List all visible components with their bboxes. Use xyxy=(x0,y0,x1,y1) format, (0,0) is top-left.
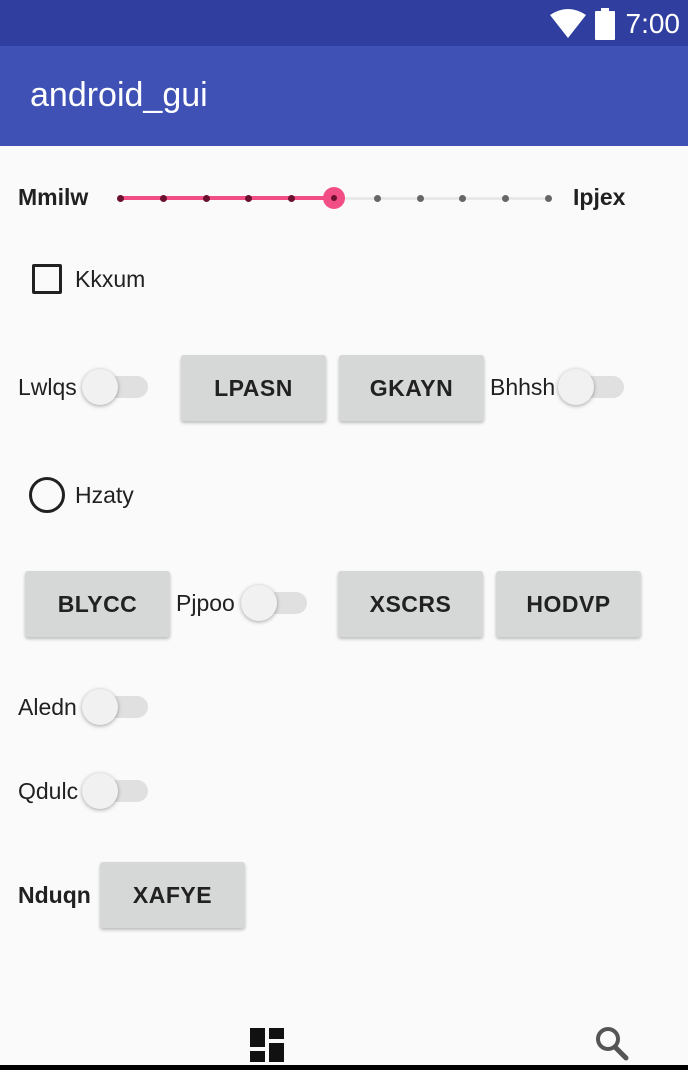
lwlqs-switch[interactable] xyxy=(82,369,152,405)
app-bar: android_gui xyxy=(0,46,688,146)
slider-tick xyxy=(288,195,296,202)
slider-tick xyxy=(159,195,167,202)
app-title: android_gui xyxy=(30,76,208,114)
qdulc-switch[interactable] xyxy=(82,773,152,809)
slider-fill xyxy=(120,196,334,200)
slider-tick xyxy=(202,195,210,202)
xafye-button[interactable]: XAFYE xyxy=(100,862,245,928)
slider-thumb[interactable] xyxy=(323,187,345,209)
hodvp-button[interactable]: HODVP xyxy=(496,571,641,637)
bottom-navigation xyxy=(0,1000,688,1070)
bhhsh-switch-label: Bhhsh xyxy=(490,374,556,400)
battery-icon xyxy=(594,8,615,40)
seek-slider[interactable] xyxy=(117,178,552,218)
qdulc-switch-label: Qdulc xyxy=(18,778,79,804)
slider-tick xyxy=(245,195,253,202)
dashboard-icon[interactable] xyxy=(250,1028,284,1062)
slider-right-label: Ipjex xyxy=(573,184,626,210)
blycc-button[interactable]: BLYCC xyxy=(25,571,170,637)
status-time: 7:00 xyxy=(625,8,681,39)
pjpoo-switch-label: Pjpoo xyxy=(176,590,235,616)
slider-tick xyxy=(373,195,381,202)
slider-tick xyxy=(545,195,552,202)
aledn-switch[interactable] xyxy=(82,689,152,725)
slider-tick xyxy=(416,195,424,202)
status-bar: 7:00 xyxy=(0,0,688,46)
slider-tick xyxy=(117,195,124,202)
status-icons: 7:00 xyxy=(549,4,681,44)
aledn-switch-label: Aledn xyxy=(18,694,77,720)
search-icon[interactable] xyxy=(595,1026,629,1062)
hzaty-radio[interactable] xyxy=(29,477,65,513)
gkayn-button[interactable]: GKAYN xyxy=(339,355,484,421)
nduqn-label: Nduqn xyxy=(18,882,91,908)
wifi-icon xyxy=(549,9,586,38)
nav-divider xyxy=(0,1065,688,1070)
kkxum-checkbox[interactable] xyxy=(32,264,62,294)
checkbox-label: Kkxum xyxy=(75,266,146,292)
slider-tick xyxy=(502,195,510,202)
lwlqs-switch-label: Lwlqs xyxy=(18,374,77,400)
slider-left-label: Mmilw xyxy=(18,184,89,210)
xscrs-button[interactable]: XSCRS xyxy=(338,571,483,637)
lpasn-button[interactable]: LPASN xyxy=(181,355,326,421)
bhhsh-switch[interactable] xyxy=(558,369,628,405)
radio-label: Hzaty xyxy=(75,482,134,508)
pjpoo-switch[interactable] xyxy=(241,585,311,621)
slider-tick xyxy=(459,195,467,202)
